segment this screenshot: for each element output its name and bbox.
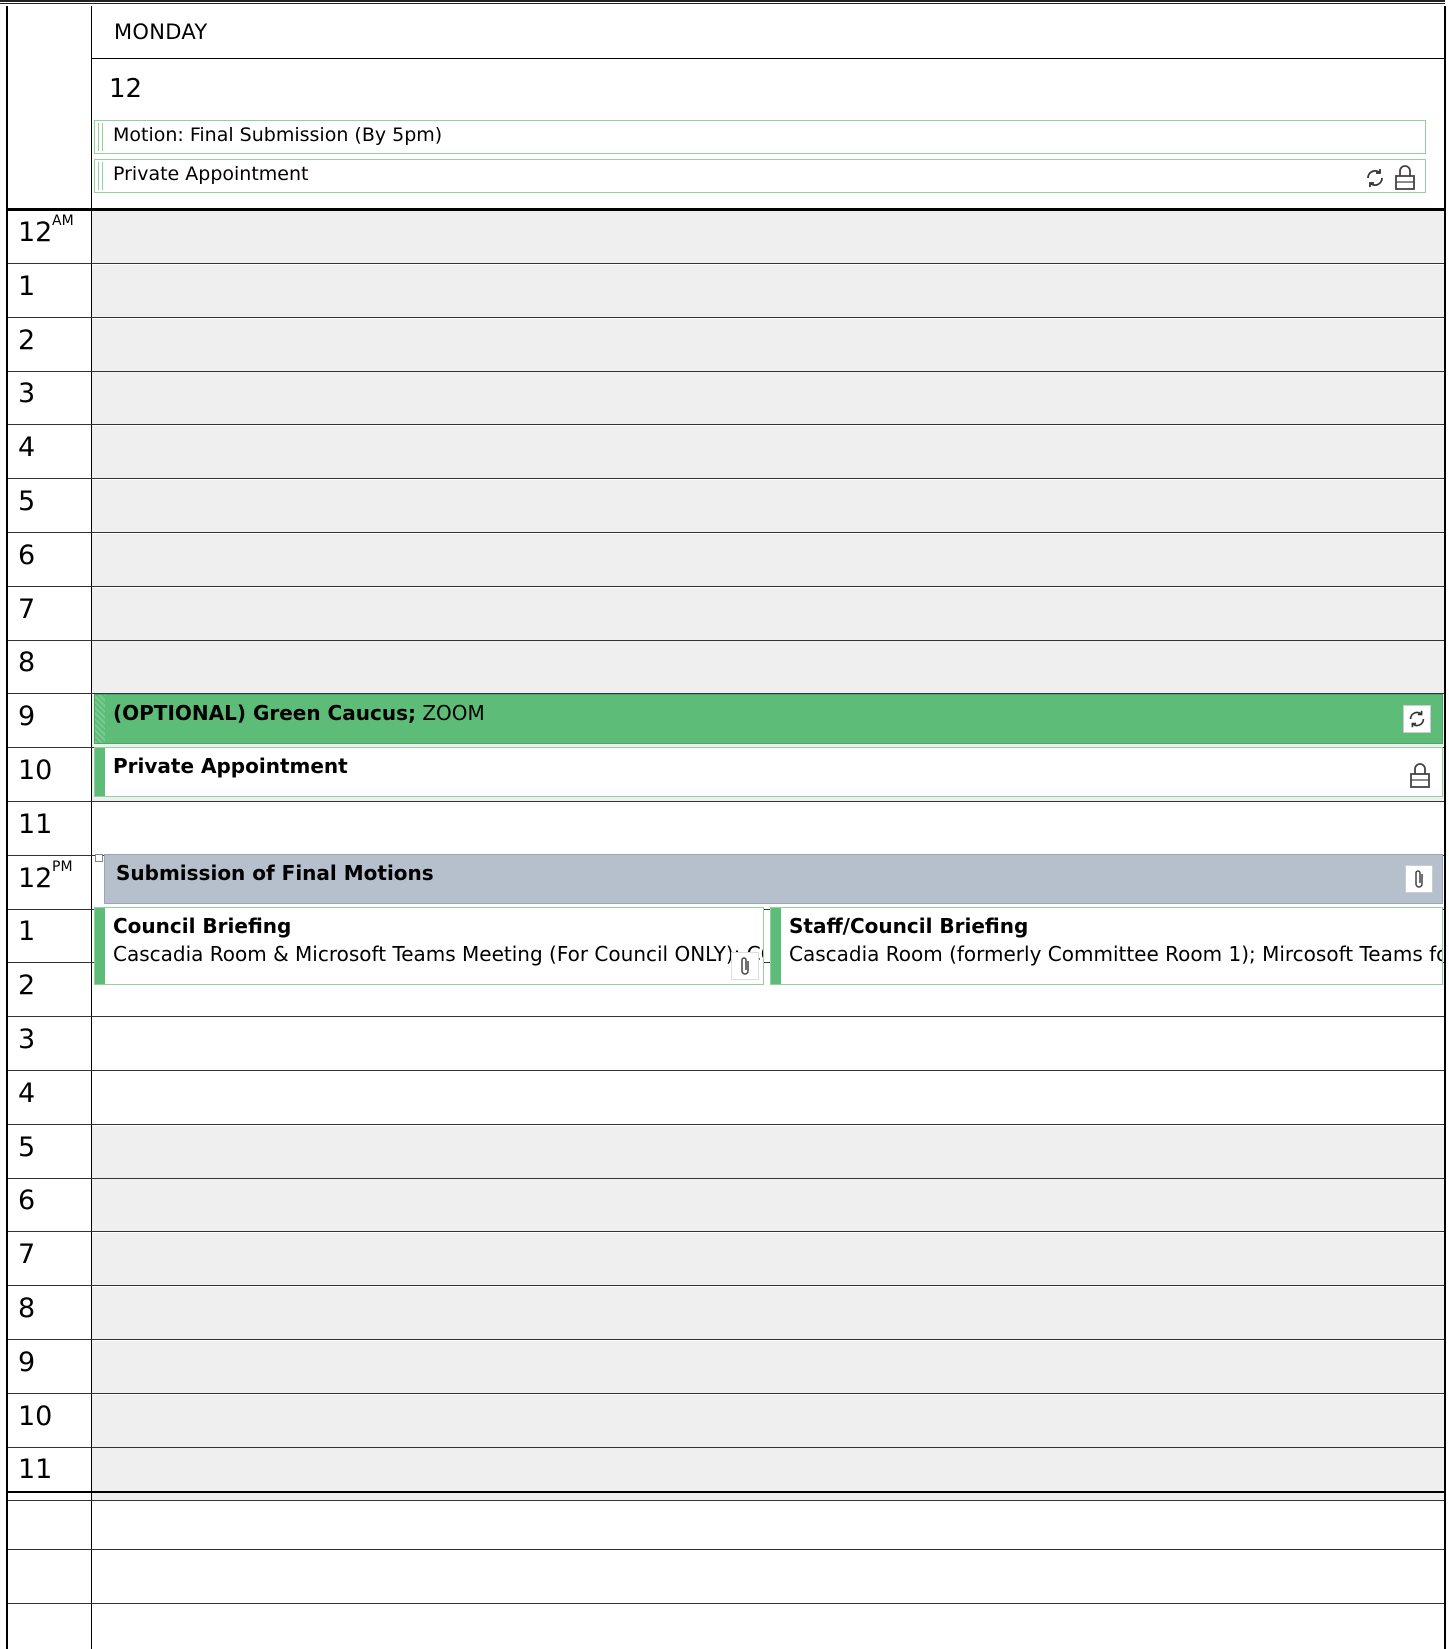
hour-label: 4 <box>18 1078 36 1109</box>
hour-row[interactable]: 12 AM <box>8 211 1444 264</box>
hour-label: 1 <box>18 916 36 947</box>
hour-label: 4 <box>18 432 36 463</box>
paperclip-icon <box>1405 865 1433 893</box>
hour-label: 2 <box>18 970 36 1001</box>
hour-row[interactable]: 9 <box>8 1341 1444 1394</box>
event-title: Private Appointment <box>113 754 348 778</box>
hour-row[interactable]: 11 <box>8 1448 1444 1501</box>
time-slot[interactable] <box>92 1395 1444 1447</box>
hour-row[interactable]: 7 <box>8 588 1444 641</box>
time-slot[interactable] <box>92 265 1444 317</box>
hour-row[interactable]: 8 <box>8 1287 1444 1340</box>
hour-label: 5 <box>18 1132 36 1163</box>
hour-row[interactable]: 8 <box>8 641 1444 694</box>
time-slot[interactable] <box>92 588 1444 640</box>
paperclip-icon <box>731 952 759 980</box>
hour-label: 3 <box>18 1024 36 1055</box>
event-category-bar <box>771 908 781 984</box>
time-slot[interactable] <box>92 641 1444 693</box>
event-title: Council Briefing <box>113 914 292 938</box>
hour-label: 1 <box>18 271 36 302</box>
event-private-appointment[interactable]: Private Appointment <box>94 747 1443 797</box>
hour-label: 9 <box>18 701 36 732</box>
extra-row-line <box>8 1549 1444 1550</box>
hour-row[interactable]: 3 <box>8 1018 1444 1071</box>
ampm-label: PM <box>52 859 73 875</box>
hour-row[interactable]: 7 <box>8 1233 1444 1286</box>
event-category-bar <box>95 748 105 796</box>
time-slot[interactable] <box>92 372 1444 424</box>
extra-row-line <box>8 1603 1444 1604</box>
hour-row[interactable]: 4 <box>8 426 1444 479</box>
header-divider <box>92 58 1444 59</box>
hour-row[interactable]: 10 <box>8 1395 1444 1448</box>
hour-label: 6 <box>18 1185 36 1216</box>
time-slot[interactable] <box>92 1072 1444 1124</box>
lock-icon <box>1392 162 1418 192</box>
hour-row[interactable]: 6 <box>8 1179 1444 1232</box>
time-slot[interactable] <box>92 534 1444 586</box>
event-location: Cascadia Room & Microsoft Teams Meeting … <box>113 942 764 966</box>
event-category-bar <box>95 908 105 984</box>
hour-label: 8 <box>18 1293 36 1324</box>
time-slot[interactable] <box>92 426 1444 478</box>
time-slot[interactable] <box>92 803 1444 855</box>
hour-label: 7 <box>18 594 36 625</box>
ampm-label: AM <box>52 213 74 229</box>
all-day-event-label: Private Appointment <box>113 163 309 185</box>
hour-row[interactable]: 3 <box>8 372 1444 425</box>
hour-row[interactable]: 1 <box>8 265 1444 318</box>
hour-label: 11 <box>18 809 53 840</box>
hour-row[interactable]: 2 <box>8 319 1444 372</box>
all-day-event-private[interactable]: Private Appointment <box>94 159 1426 193</box>
event-submission-final-motions[interactable]: Submission of Final Motions <box>104 854 1443 904</box>
hour-row[interactable]: 6 <box>8 534 1444 587</box>
hour-label: 12 <box>18 863 53 894</box>
hour-row[interactable]: 4 <box>8 1072 1444 1125</box>
event-council-briefing[interactable]: Council Briefing Cascadia Room & Microso… <box>94 907 764 985</box>
hour-label: 5 <box>18 486 36 517</box>
time-slot[interactable] <box>92 480 1444 532</box>
event-title: Submission of Final Motions <box>116 861 434 885</box>
top-border <box>0 0 1445 4</box>
hour-label: 7 <box>18 1239 36 1270</box>
recurring-icon <box>1361 164 1389 192</box>
time-slot[interactable] <box>92 1018 1444 1070</box>
day-number[interactable]: 12 <box>109 74 142 104</box>
event-title: Staff/Council Briefing <box>789 914 1029 938</box>
grid-bottom-border <box>6 1491 1446 1493</box>
all-day-event-label: Motion: Final Submission (By 5pm) <box>113 124 443 146</box>
event-staff-council-briefing[interactable]: Staff/Council Briefing Cascadia Room (fo… <box>770 907 1443 985</box>
time-slot[interactable] <box>92 1126 1444 1178</box>
event-location: ZOOM <box>422 701 485 725</box>
recurring-icon <box>1403 705 1431 733</box>
hour-label: 12 <box>18 217 53 248</box>
hour-label: 6 <box>18 540 36 571</box>
hour-row[interactable]: 11 <box>8 803 1444 856</box>
hour-label: 10 <box>18 1401 53 1432</box>
event-location: Cascadia Room (formerly Committee Room 1… <box>789 942 1443 966</box>
hour-label: 2 <box>18 325 36 356</box>
event-resize-handle[interactable] <box>95 854 103 862</box>
hour-label: 10 <box>18 755 53 786</box>
time-slot[interactable] <box>92 1287 1444 1339</box>
day-name: MONDAY <box>114 20 208 44</box>
time-slot[interactable] <box>92 211 1444 263</box>
hour-label: 8 <box>18 647 36 678</box>
hour-row[interactable]: 5 <box>8 1126 1444 1179</box>
time-slot[interactable] <box>92 1179 1444 1231</box>
event-category-bar <box>95 695 105 743</box>
time-slot[interactable] <box>92 319 1444 371</box>
hour-row[interactable]: 5 <box>8 480 1444 533</box>
event-green-caucus[interactable]: (OPTIONAL) Green Caucus; ZOOM <box>94 694 1443 744</box>
all-day-event-motion[interactable]: Motion: Final Submission (By 5pm) <box>94 120 1426 154</box>
event-title: (OPTIONAL) Green Caucus; <box>113 701 416 725</box>
hour-label: 9 <box>18 1347 36 1378</box>
hour-label: 3 <box>18 378 36 409</box>
time-slot[interactable] <box>92 1233 1444 1285</box>
lock-icon <box>1407 760 1433 790</box>
time-slot[interactable] <box>92 1341 1444 1393</box>
hour-label: 11 <box>18 1454 53 1485</box>
